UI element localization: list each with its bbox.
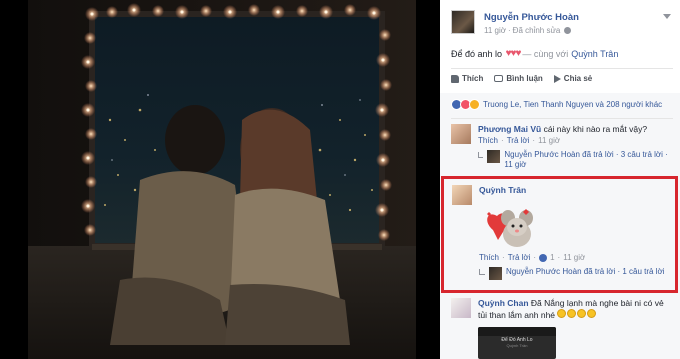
- divider: [451, 68, 673, 69]
- post-panel: Nguyễn Phước Hoàn 11 giờ · Đã chỉnh sửa …: [440, 0, 680, 359]
- sticker-image: [487, 209, 533, 247]
- highlighted-comment: Quỳnh Trân Thích · Trả lời · 1 · 11 giờ …: [441, 176, 678, 293]
- comment-reply-link[interactable]: Trả lời: [507, 135, 530, 146]
- post-text: Để đó anh lo ♥♥♥ — cùng với Quỳnh Trân: [451, 48, 618, 59]
- view-replies[interactable]: Nguyễn Phước Hoàn đã trả lời · 1 câu trả…: [479, 267, 671, 280]
- divider: [451, 118, 673, 119]
- post-header: Nguyễn Phước Hoàn 11 giờ · Đã chỉnh sửa: [451, 10, 673, 40]
- like-button[interactable]: Thích: [451, 74, 483, 83]
- comment-attachment-image[interactable]: Để Đó Anh Lo Quỳnh Trân: [478, 327, 556, 359]
- comment-text: cái này khi nào ra mắt vậy?: [543, 124, 648, 134]
- commenter-name[interactable]: Quỳnh Chan: [478, 298, 529, 308]
- comment-meta: Thích · Trả lời · 11 giờ: [478, 135, 561, 146]
- meta-separator: ·: [508, 26, 511, 35]
- post-edited[interactable]: Đã chỉnh sửa: [513, 26, 561, 35]
- post-caption: Để đó anh lo: [451, 48, 503, 59]
- smile-emoji-icon: [577, 309, 587, 318]
- comment-time[interactable]: 11 giờ: [538, 135, 560, 146]
- comment-like-link[interactable]: Thích: [479, 252, 499, 263]
- attachment-status-bar: [478, 327, 556, 336]
- reply-count: · 1 câu trả lời: [617, 267, 665, 276]
- replier-avatar: [489, 267, 502, 280]
- post-time[interactable]: 11 giờ: [484, 26, 506, 35]
- comment-button[interactable]: Bình luận: [494, 74, 543, 83]
- commenter-avatar[interactable]: [452, 185, 472, 205]
- post-actions: Thích Bình luận Chia sẻ: [451, 74, 592, 83]
- comment-body: Quỳnh Chan Đã Nắng lạnh mà nghe bài ni c…: [478, 298, 670, 321]
- comment-icon: [494, 75, 504, 82]
- view-replies[interactable]: Nguyễn Phước Hoàn đã trả lời · 3 câu trả…: [478, 150, 670, 170]
- commenter-name[interactable]: Phương Mai Vũ: [478, 124, 541, 134]
- smile-emoji-icon: [587, 309, 597, 318]
- smile-emoji-icon: [567, 309, 577, 318]
- reactions-text[interactable]: Truong Le, Tien Thanh Nguyen và 208 ngườ…: [483, 100, 662, 109]
- share-label: Chia sẻ: [563, 74, 593, 83]
- share-button[interactable]: Chia sẻ: [553, 74, 593, 83]
- with-label: — cùng với: [522, 48, 569, 59]
- replies-by: Nguyễn Phước Hoàn đã trả lời: [506, 267, 616, 276]
- replies-by: Nguyễn Phước Hoàn đã trả lời: [504, 150, 614, 159]
- comment-time[interactable]: 11 giờ: [563, 252, 585, 263]
- tagged-user[interactable]: Quỳnh Trân: [571, 49, 618, 59]
- commenter-avatar[interactable]: [451, 124, 471, 144]
- comment-body: Phương Mai Vũ cái này khi nào ra mắt vậy…: [478, 124, 670, 170]
- like-label: Thích: [462, 74, 484, 83]
- share-icon: [553, 74, 561, 83]
- reply-arrow-icon: [479, 269, 485, 275]
- replies-text: Nguyễn Phước Hoàn đã trả lời · 3 câu trả…: [504, 150, 670, 170]
- thumbs-up-icon: [451, 74, 459, 83]
- haha-reaction-icon: [469, 99, 480, 110]
- commenter-avatar[interactable]: [451, 298, 471, 318]
- photo-viewer[interactable]: [0, 0, 440, 359]
- comment-reply-link[interactable]: Trả lời: [508, 252, 531, 263]
- reactions-summary[interactable]: Truong Le, Tien Thanh Nguyen và 208 ngườ…: [451, 99, 662, 110]
- post-meta: 11 giờ · Đã chỉnh sửa: [484, 26, 573, 35]
- privacy-globe-icon[interactable]: [564, 27, 572, 34]
- reply-arrow-icon: [478, 152, 484, 158]
- comment-like-link[interactable]: Thích: [478, 135, 498, 146]
- author-name[interactable]: Nguyễn Phước Hoàn: [484, 12, 579, 23]
- replier-avatar: [487, 150, 501, 163]
- comment-label: Bình luận: [506, 74, 543, 83]
- attachment-subtitle: Quỳnh Trân: [506, 343, 528, 348]
- comment-body: Quỳnh Trân Thích · Trả lời · 1 · 11 giờ …: [479, 185, 671, 280]
- comment-meta: Thích · Trả lời · 1 · 11 giờ: [479, 252, 586, 263]
- like-count-icon: [539, 253, 548, 262]
- emoji-group: [557, 309, 597, 318]
- author-avatar[interactable]: [451, 10, 475, 34]
- commenter-name[interactable]: Quỳnh Trân: [479, 185, 526, 195]
- smile-emoji-icon: [557, 309, 567, 318]
- post-options-chevron-icon[interactable]: [663, 14, 671, 19]
- photo: [0, 0, 440, 359]
- replies-text: Nguyễn Phước Hoàn đã trả lời · 1 câu trả…: [506, 267, 665, 277]
- hearts-icon: ♥♥♥: [505, 48, 522, 59]
- comment-like-count[interactable]: 1: [550, 252, 554, 263]
